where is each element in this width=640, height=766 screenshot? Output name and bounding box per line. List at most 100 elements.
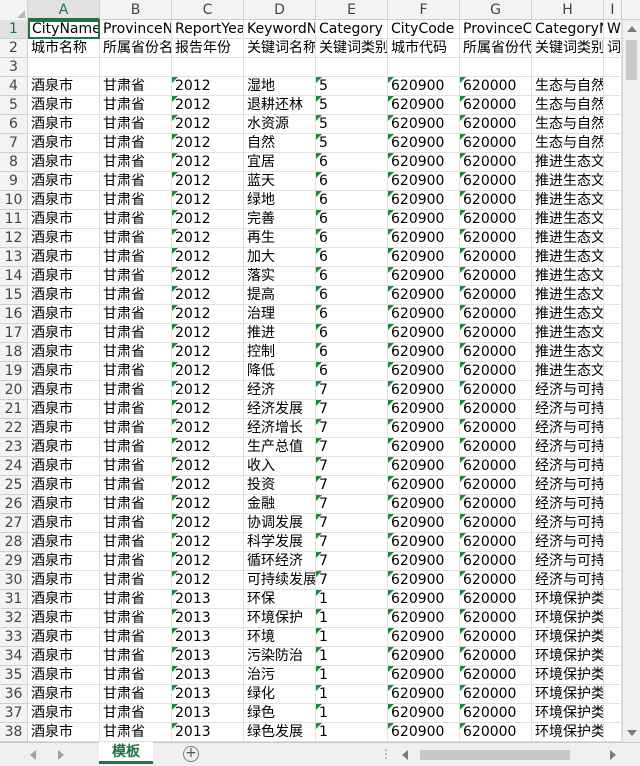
cell[interactable]: 7 bbox=[316, 514, 388, 533]
cell[interactable]: 2012 bbox=[172, 115, 244, 134]
cell[interactable]: 620900 bbox=[388, 115, 460, 134]
cell[interactable]: 环境 bbox=[244, 628, 316, 647]
row-header[interactable]: 28 bbox=[0, 533, 28, 552]
cell[interactable]: 甘肃省 bbox=[100, 419, 172, 438]
cell[interactable]: 620900 bbox=[388, 134, 460, 153]
cell[interactable]: 酒泉市 bbox=[28, 210, 100, 229]
cell[interactable]: 生态与自然 bbox=[532, 134, 604, 153]
cell[interactable]: 酒泉市 bbox=[28, 457, 100, 476]
cell[interactable]: 620900 bbox=[388, 210, 460, 229]
cell[interactable]: 620000 bbox=[460, 172, 532, 191]
row-header[interactable]: 21 bbox=[0, 400, 28, 419]
column-header-b[interactable]: B bbox=[100, 0, 172, 20]
cell[interactable]: 620900 bbox=[388, 267, 460, 286]
row-header[interactable]: 3 bbox=[0, 58, 28, 77]
cell[interactable]: 环境保护类 bbox=[532, 628, 604, 647]
cell[interactable]: 酒泉市 bbox=[28, 248, 100, 267]
cell[interactable]: 经济与可持 bbox=[532, 552, 604, 571]
cell[interactable]: 推进生态文 bbox=[532, 248, 604, 267]
cell[interactable]: 620000 bbox=[460, 685, 532, 704]
cell[interactable]: 金融 bbox=[244, 495, 316, 514]
row-header[interactable]: 2 bbox=[0, 39, 28, 58]
row-header[interactable]: 34 bbox=[0, 647, 28, 666]
cell[interactable]: 620000 bbox=[460, 77, 532, 96]
cell[interactable]: 甘肃省 bbox=[100, 210, 172, 229]
cell[interactable]: 甘肃省 bbox=[100, 305, 172, 324]
cell[interactable]: 关键词类别 bbox=[532, 39, 604, 58]
cell[interactable]: 5 bbox=[316, 115, 388, 134]
cell[interactable]: 620900 bbox=[388, 495, 460, 514]
row-header[interactable]: 7 bbox=[0, 134, 28, 153]
cell[interactable]: 1 bbox=[316, 723, 388, 742]
cell[interactable]: 甘肃省 bbox=[100, 286, 172, 305]
cell[interactable] bbox=[604, 77, 622, 96]
cell[interactable]: 2012 bbox=[172, 419, 244, 438]
cell[interactable]: 经济与可持 bbox=[532, 400, 604, 419]
cell[interactable]: 620900 bbox=[388, 305, 460, 324]
cell[interactable]: 620900 bbox=[388, 704, 460, 723]
cell[interactable] bbox=[604, 685, 622, 704]
cell[interactable]: 甘肃省 bbox=[100, 685, 172, 704]
cell[interactable]: 5 bbox=[316, 77, 388, 96]
cell[interactable] bbox=[604, 419, 622, 438]
cell[interactable]: 甘肃省 bbox=[100, 153, 172, 172]
cell[interactable]: 2012 bbox=[172, 267, 244, 286]
cell[interactable]: 酒泉市 bbox=[28, 514, 100, 533]
cell[interactable]: 甘肃省 bbox=[100, 343, 172, 362]
cell[interactable]: 620900 bbox=[388, 457, 460, 476]
cell[interactable]: 620000 bbox=[460, 571, 532, 590]
cell[interactable]: ProvinceCo bbox=[460, 20, 532, 39]
cell[interactable] bbox=[604, 134, 622, 153]
cell[interactable]: 环保 bbox=[244, 590, 316, 609]
cell[interactable]: 提高 bbox=[244, 286, 316, 305]
cell[interactable]: 经济与可持 bbox=[532, 533, 604, 552]
cell[interactable]: 620000 bbox=[460, 704, 532, 723]
cell[interactable]: 推进生态文 bbox=[532, 343, 604, 362]
cell[interactable]: 620000 bbox=[460, 210, 532, 229]
cell[interactable]: 降低 bbox=[244, 362, 316, 381]
cell[interactable]: 620900 bbox=[388, 153, 460, 172]
cell[interactable]: 酒泉市 bbox=[28, 229, 100, 248]
cell[interactable]: 甘肃省 bbox=[100, 590, 172, 609]
cell[interactable]: 620000 bbox=[460, 343, 532, 362]
cell[interactable]: 620900 bbox=[388, 571, 460, 590]
cell[interactable]: 酒泉市 bbox=[28, 400, 100, 419]
tab-split-handle[interactable]: ⋮ bbox=[380, 748, 392, 760]
cell[interactable]: 2012 bbox=[172, 134, 244, 153]
cell[interactable]: 绿色 bbox=[244, 704, 316, 723]
cell[interactable]: 5 bbox=[316, 134, 388, 153]
cell[interactable]: 推进生态文 bbox=[532, 324, 604, 343]
row-header[interactable]: 9 bbox=[0, 172, 28, 191]
cell[interactable]: 2012 bbox=[172, 286, 244, 305]
cell[interactable] bbox=[604, 286, 622, 305]
cell[interactable]: 620900 bbox=[388, 419, 460, 438]
cell[interactable] bbox=[244, 58, 316, 77]
row-header[interactable]: 23 bbox=[0, 438, 28, 457]
row-header[interactable]: 15 bbox=[0, 286, 28, 305]
cell[interactable]: 酒泉市 bbox=[28, 533, 100, 552]
cell[interactable]: 2013 bbox=[172, 723, 244, 742]
cell[interactable]: 生态与自然 bbox=[532, 77, 604, 96]
cell[interactable]: 6 bbox=[316, 324, 388, 343]
cell[interactable]: 甘肃省 bbox=[100, 628, 172, 647]
cell[interactable]: 620000 bbox=[460, 495, 532, 514]
cell[interactable]: 620000 bbox=[460, 305, 532, 324]
cell[interactable]: 1 bbox=[316, 628, 388, 647]
cell[interactable]: 生态与自然 bbox=[532, 96, 604, 115]
cell[interactable]: 甘肃省 bbox=[100, 267, 172, 286]
sheet-nav-right-icon[interactable] bbox=[58, 750, 64, 760]
row-header[interactable]: 38 bbox=[0, 723, 28, 742]
column-header-g[interactable]: G bbox=[460, 0, 532, 20]
cell[interactable]: 再生 bbox=[244, 229, 316, 248]
row-header[interactable]: 27 bbox=[0, 514, 28, 533]
cell[interactable] bbox=[604, 571, 622, 590]
scroll-left-icon[interactable] bbox=[402, 750, 408, 760]
row-header[interactable]: 11 bbox=[0, 210, 28, 229]
row-header[interactable]: 8 bbox=[0, 153, 28, 172]
cell[interactable] bbox=[604, 514, 622, 533]
cell[interactable]: CityName bbox=[28, 20, 100, 39]
cell[interactable] bbox=[388, 58, 460, 77]
cell[interactable]: 酒泉市 bbox=[28, 172, 100, 191]
cell[interactable]: 关键词类别 bbox=[316, 39, 388, 58]
cell[interactable]: 620000 bbox=[460, 476, 532, 495]
